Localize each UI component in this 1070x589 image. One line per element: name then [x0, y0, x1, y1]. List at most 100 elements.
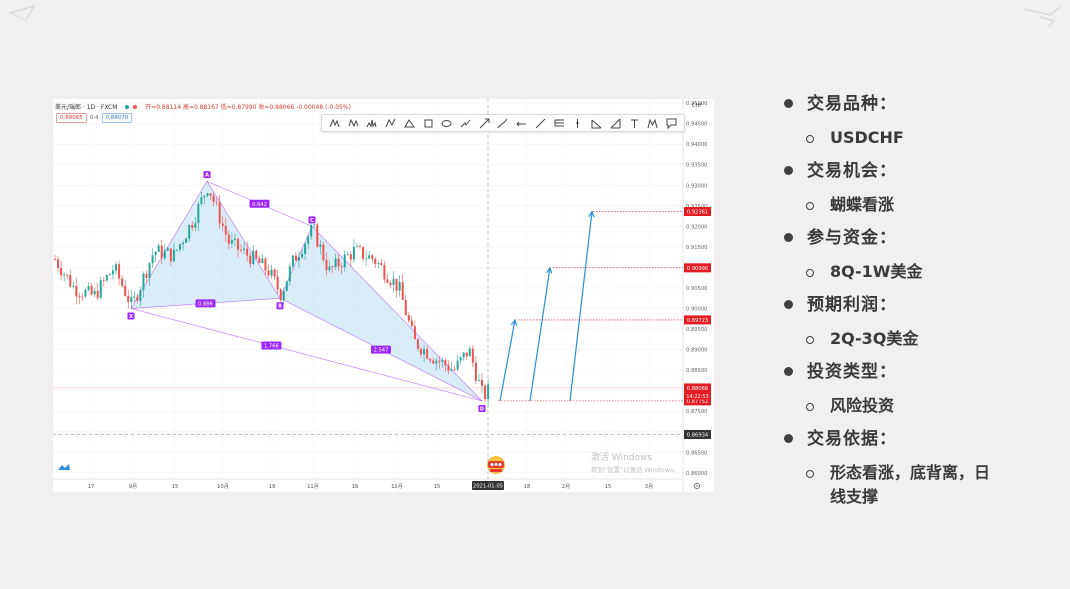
bullet-subtext: 8Q-1W美金 — [830, 262, 923, 281]
candle-body — [365, 258, 368, 260]
anchored-text-icon[interactable] — [646, 117, 659, 130]
time-tick-label: 10月 — [217, 483, 229, 490]
candle-body — [484, 385, 487, 399]
path-icon[interactable] — [459, 117, 472, 130]
xabcd-pattern-icon[interactable] — [328, 117, 341, 130]
projection-arrow-line — [499, 319, 516, 402]
candle-body — [441, 360, 444, 362]
candle-body — [474, 362, 477, 381]
candle-body — [206, 193, 209, 196]
candle-body — [145, 273, 148, 279]
candle-body — [264, 258, 267, 271]
candle-body — [481, 379, 483, 386]
rectangle-icon[interactable] — [422, 117, 435, 130]
candle-body — [157, 245, 160, 252]
candle-body — [322, 244, 325, 261]
bullet-dot-icon — [784, 99, 793, 108]
candle-body — [328, 266, 331, 271]
price-tick-label: 0.93000 — [686, 183, 707, 189]
candle-body — [362, 247, 365, 259]
text-icon[interactable] — [628, 117, 641, 130]
currency-label: CHF — [692, 103, 702, 109]
candle-body — [319, 244, 322, 247]
watermark-line2: 转到"设置"以激活 Windows。 — [591, 466, 681, 474]
candle-body — [84, 289, 87, 297]
bullet-item: 交易品种： — [782, 92, 1062, 126]
gear-icon[interactable] — [693, 482, 701, 490]
sell-price-button[interactable]: 0.88065 — [56, 113, 87, 123]
pattern-point-label: C — [310, 218, 314, 224]
vertical-line-icon[interactable] — [571, 117, 584, 130]
abcd-pattern-icon[interactable] — [384, 117, 397, 130]
candle-body — [105, 275, 108, 281]
bullet-item: 投资类型： — [782, 360, 1062, 394]
price-axis-tag-label: 0.92361 — [687, 210, 708, 216]
windows-activation-watermark: 激活 Windows 转到"设置"以激活 Windows。 — [591, 452, 680, 476]
time-tick-label: 3月 — [645, 483, 654, 490]
candle-body — [435, 360, 438, 364]
arrow-icon[interactable] — [478, 117, 491, 130]
time-tick-label: 15 — [434, 484, 441, 490]
candle-body — [99, 280, 102, 298]
candle-body — [331, 266, 334, 268]
candle-body — [294, 255, 297, 261]
candle-body — [75, 285, 78, 297]
candle-body — [273, 269, 276, 277]
bullet-subitem: USDCHF — [782, 126, 1062, 159]
bullet-subitem: 8Q-1W美金 — [782, 260, 1062, 293]
tradingview-logo-icon[interactable] — [58, 463, 70, 471]
candle-body — [313, 224, 316, 226]
ray-icon[interactable] — [515, 117, 528, 130]
candle-body — [429, 358, 432, 361]
chart-canvas[interactable]: 0.950000.945000.940000.935000.930000.925… — [53, 99, 714, 492]
candle-body — [432, 360, 435, 364]
candle-body — [151, 255, 154, 264]
note-icon[interactable] — [665, 117, 678, 130]
projection-arrow-line — [569, 211, 593, 402]
triangle-pattern-icon[interactable] — [403, 117, 416, 130]
ellipse-icon[interactable] — [440, 117, 453, 130]
price-axis-tag-label: 0.89723 — [687, 318, 708, 324]
bullet-item: 交易机会： — [782, 159, 1062, 193]
fib-icon[interactable] — [590, 117, 603, 130]
candle-body — [477, 379, 480, 381]
price-tick-label: 0.89000 — [686, 348, 707, 354]
event-badge-icon[interactable] — [485, 455, 507, 475]
crosshair-date-label: 2021-01-05 — [473, 484, 503, 490]
bullet-item: 交易依据： — [782, 427, 1062, 461]
symbol-label[interactable]: 美元/瑞郎 · 1D · FXCM — [55, 104, 117, 111]
cypher-pattern-icon[interactable] — [347, 117, 360, 130]
candle-body — [401, 282, 404, 300]
pitchfork-icon[interactable] — [553, 117, 566, 130]
candle-body — [249, 255, 252, 265]
candle-body — [115, 264, 117, 271]
buy-price-button[interactable]: 0.88070 — [101, 113, 133, 123]
candle-body — [224, 225, 227, 235]
candle-body — [81, 296, 84, 298]
price-tick-label: 0.90500 — [686, 286, 707, 292]
candle-body — [337, 258, 340, 267]
candle-body — [392, 278, 395, 285]
bullet-ring-icon — [806, 135, 814, 143]
candle-body — [54, 259, 56, 261]
candle-body — [386, 279, 389, 283]
price-tick-label: 0.88500 — [686, 368, 707, 374]
candle-body — [285, 281, 288, 291]
trading-chart[interactable]: 0.95000 0.94500 0.94000 0.93500 0.93000 0.925… — [53, 99, 714, 492]
candle-body — [395, 278, 398, 291]
trend-line-icon[interactable] — [534, 117, 547, 130]
candle-body — [227, 234, 230, 244]
candle-body — [154, 251, 157, 256]
bullet-dot-icon — [784, 300, 793, 309]
candle-body — [179, 244, 182, 250]
price-tick-label: 0.93500 — [686, 163, 707, 169]
brush-icon[interactable] — [496, 117, 509, 130]
head-shoulders-icon[interactable] — [365, 117, 378, 130]
measure-icon[interactable] — [609, 117, 622, 130]
candle-body — [368, 255, 371, 259]
bullet-dot-icon — [784, 367, 793, 376]
bullet-subtext: 风险投资 — [830, 396, 895, 415]
candle-body — [221, 223, 224, 226]
time-tick-label: 17 — [88, 484, 95, 490]
candle-body — [359, 246, 361, 248]
